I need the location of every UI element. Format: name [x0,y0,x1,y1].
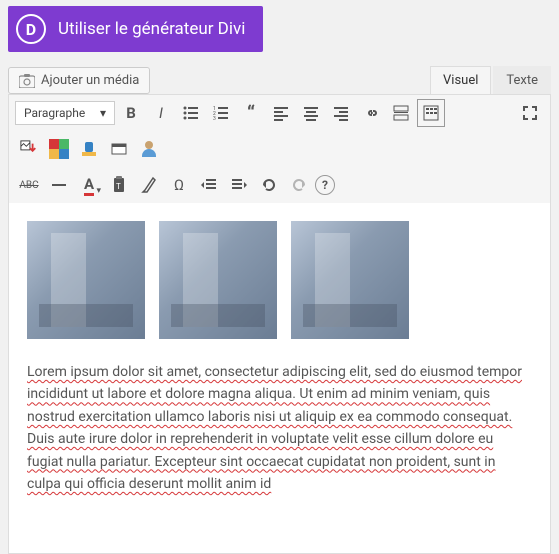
fullscreen-button[interactable] [516,99,544,127]
highlight-button[interactable] [75,135,103,163]
advanced-image-button[interactable] [15,135,43,163]
editor-container: Paragraphe ▾ B I 123 “ ABC A▾ T [8,94,551,554]
format-selected-label: Paragraphe [24,106,85,120]
card-button[interactable] [105,135,133,163]
add-media-label: Ajouter un média [41,73,139,88]
image-gallery-row [27,221,532,339]
insert-more-button[interactable] [387,99,415,127]
numbered-list-button[interactable]: 123 [207,99,235,127]
chevron-down-icon: ▾ [96,186,101,196]
content-paragraph[interactable]: Lorem ipsum dolor sit amet, consectetur … [27,361,532,495]
italic-button[interactable]: I [147,99,175,127]
divi-button-label: Utiliser le générateur Divi [58,19,245,39]
link-button[interactable] [357,99,385,127]
toolbar-toggle-button[interactable] [417,99,445,127]
add-media-button[interactable]: Ajouter un média [8,67,150,94]
person-button[interactable] [135,135,163,163]
special-character-button[interactable]: Ω [165,171,193,199]
horizontal-line-button[interactable] [45,171,73,199]
content-image-2[interactable] [159,221,277,339]
redo-button[interactable] [285,171,313,199]
bold-button[interactable]: B [117,99,145,127]
help-button[interactable]: ? [315,175,335,195]
svg-text:T: T [116,182,121,191]
align-right-button[interactable] [327,99,355,127]
paste-text-button[interactable]: T [105,171,133,199]
content-image-1[interactable] [27,221,145,339]
svg-text:3: 3 [213,116,216,122]
clear-formatting-button[interactable] [135,171,163,199]
toolbar-row-2 [9,131,550,167]
blockquote-button[interactable]: “ [237,99,265,127]
tab-visual[interactable]: Visuel [430,66,491,94]
align-left-button[interactable] [267,99,295,127]
chevron-down-icon: ▾ [100,106,106,120]
tab-text[interactable]: Texte [493,66,551,94]
editor-content-area[interactable]: Lorem ipsum dolor sit amet, consectetur … [9,203,550,553]
undo-button[interactable] [255,171,283,199]
bullet-list-button[interactable] [177,99,205,127]
strikethrough-button[interactable]: ABC [15,171,43,199]
content-image-3[interactable] [291,221,409,339]
divi-logo-icon: D [16,14,46,44]
camera-icon [19,74,35,88]
align-center-button[interactable] [297,99,325,127]
media-tab-row: Ajouter un média Visuel Texte [8,66,551,94]
color-palette-button[interactable] [45,135,73,163]
text-color-button[interactable]: A▾ [75,171,103,199]
outdent-button[interactable] [195,171,223,199]
use-divi-builder-button[interactable]: D Utiliser le générateur Divi [8,6,263,52]
toolbar-row-3: ABC A▾ T Ω ? [9,167,550,203]
format-dropdown[interactable]: Paragraphe ▾ [15,101,115,125]
indent-button[interactable] [225,171,253,199]
editor-mode-tabs: Visuel Texte [430,66,551,94]
toolbar-row-1: Paragraphe ▾ B I 123 “ [9,95,550,131]
